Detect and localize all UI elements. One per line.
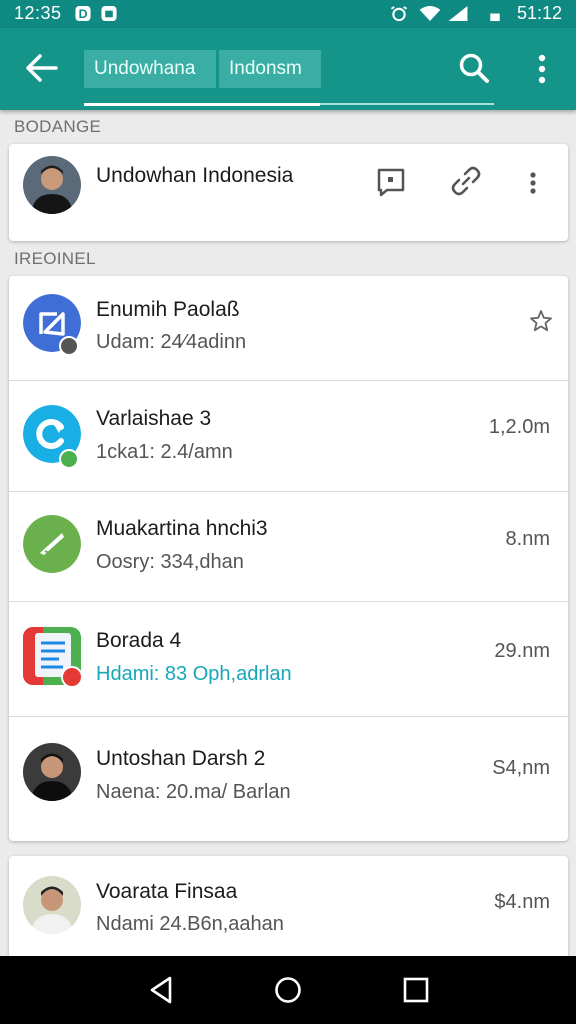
status-battery-text: 51:12 [516, 3, 562, 23]
item-meta: 1,2.0m [488, 416, 550, 438]
user-avatar [23, 743, 81, 801]
status-time: 12:35 [14, 3, 62, 23]
list-card: Enumih Paolaß Udam: 24⁄4adinn Varlaishae… [9, 276, 568, 841]
message-icon[interactable] [375, 166, 407, 198]
link-icon[interactable] [449, 164, 483, 198]
search-icon[interactable] [456, 50, 492, 86]
item-subtitle: Naena: 20.ma/ Barlan [96, 781, 291, 803]
check-badge-icon [59, 449, 79, 469]
item-subtitle: Hdami: 83 Oph,adrlan [96, 663, 292, 685]
item-meta: 8.nm [505, 528, 550, 550]
add-badge-icon [61, 666, 83, 688]
list-item[interactable]: Varlaishae 3 1cka1: 2.4/amn 1,2.0m [9, 381, 568, 492]
app-bar: Undowhana Indonsm [0, 28, 576, 110]
list-item[interactable]: Muakartina hnchi3 Oosry: 334,dhan 8.nm [9, 492, 568, 602]
notification-icon: D [75, 5, 91, 21]
item-subtitle: Ndami 24.B6n,aahan [96, 913, 284, 935]
item-subtitle: Udam: 24⁄4adinn [96, 331, 247, 353]
tab-indonsm[interactable]: Indonsm [219, 50, 321, 88]
item-meta: S4,nm [492, 757, 550, 779]
star-icon[interactable] [529, 309, 553, 333]
nav-back-icon[interactable] [146, 974, 178, 1006]
back-arrow-icon[interactable] [22, 50, 62, 86]
status-bar: 12:35 D 51:12 [0, 0, 576, 28]
tab-indicator-active [84, 103, 320, 106]
system-nav-bar [0, 956, 576, 1024]
item-title: Enumih Paolaß [96, 298, 240, 321]
user-avatar [23, 876, 81, 934]
contact-card[interactable]: Undowhan Indonesia [9, 144, 568, 241]
contact-more-icon[interactable] [523, 170, 543, 198]
section-header-ireoinel: IREOINEL [14, 249, 96, 268]
wifi-icon [419, 5, 441, 22]
overflow-menu-icon[interactable] [530, 52, 554, 86]
item-subtitle: Oosry: 334,dhan [96, 551, 244, 573]
item-subtitle: 1cka1: 2.4/amn [96, 441, 233, 463]
section-header-bodange: BODANGE [14, 117, 102, 136]
item-title: Muakartina hnchi3 [96, 517, 268, 540]
item-title: Borada 4 [96, 629, 182, 652]
nav-recents-icon[interactable] [400, 974, 432, 1006]
list-item[interactable]: Enumih Paolaß Udam: 24⁄4adinn [9, 276, 568, 381]
item-meta: 29.nm [494, 640, 550, 662]
item-title: Varlaishae 3 [96, 407, 212, 430]
list-item[interactable]: Untoshan Darsh 2 Naena: 20.ma/ Barlan S4… [9, 717, 568, 841]
list-card-partial: Voarata Finsaa Ndami 24.B6n,aahan $4.nm [9, 856, 568, 966]
alarm-icon [390, 6, 408, 22]
item-meta: $4.nm [494, 891, 550, 913]
signal-icon [448, 5, 468, 22]
download-badge-icon [59, 336, 79, 356]
app-icon-green [23, 515, 81, 573]
battery-icon [490, 13, 500, 22]
tab-undowhana[interactable]: Undowhana [84, 50, 216, 88]
item-title: Voarata Finsaa [96, 880, 238, 903]
list-item[interactable]: Borada 4 Hdami: 83 Oph,adrlan 29.nm [9, 602, 568, 717]
svg-text:D: D [79, 7, 88, 21]
contact-name: Undowhan Indonesia [96, 164, 294, 187]
nav-home-icon[interactable] [272, 974, 304, 1006]
tab-indicator-track [84, 103, 494, 106]
app-notification-icon [101, 5, 117, 22]
item-title: Untoshan Darsh 2 [96, 747, 266, 770]
list-item[interactable]: Voarata Finsaa Ndami 24.B6n,aahan $4.nm [9, 856, 568, 966]
contact-avatar [23, 156, 81, 214]
